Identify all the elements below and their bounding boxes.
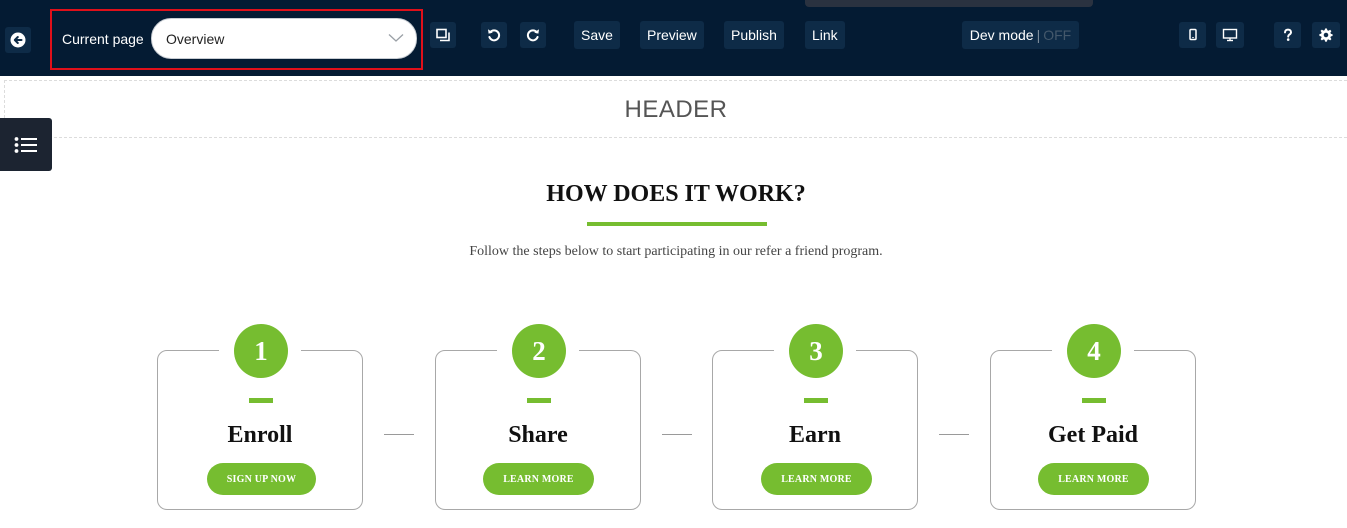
step-number-wrap: 1 <box>219 324 301 380</box>
gear-icon <box>1319 28 1333 42</box>
redo-button[interactable] <box>520 22 546 48</box>
step-number-wrap: 4 <box>1052 324 1134 380</box>
editor-toolbar: Current page Overview Save Preview Publi… <box>0 0 1347 76</box>
step-divider <box>527 398 551 403</box>
step-card-earn: 3 Earn LEARN MORE <box>712 324 918 510</box>
step-number: 4 <box>1067 324 1121 378</box>
step-number: 1 <box>234 324 288 378</box>
step-title: Share <box>508 422 568 448</box>
section-subtitle: Follow the steps below to start particip… <box>469 244 883 259</box>
duplicate-icon <box>436 28 450 42</box>
step-number: 3 <box>789 324 843 378</box>
step-card-get-paid: 4 Get Paid LEARN MORE <box>990 324 1196 510</box>
current-page-label: Current page <box>62 31 144 47</box>
chevron-down-icon <box>388 34 404 42</box>
step-connector <box>384 434 414 435</box>
undo-button[interactable] <box>481 22 507 48</box>
current-page-select[interactable]: Overview <box>151 18 417 59</box>
save-button[interactable]: Save <box>574 21 620 49</box>
section-title: HOW DOES IT WORK? <box>546 181 806 207</box>
current-page-value: Overview <box>166 31 225 47</box>
list-icon <box>14 136 37 153</box>
learn-more-button-share[interactable]: LEARN MORE <box>483 463 594 495</box>
publish-button[interactable]: Publish <box>724 21 784 49</box>
header-section[interactable]: HEADER <box>4 80 1347 138</box>
step-title: Get Paid <box>1048 422 1138 448</box>
step-divider <box>804 398 828 403</box>
back-arrow-icon <box>10 32 26 48</box>
step-title: Enroll <box>227 422 293 448</box>
step-connector <box>662 434 692 435</box>
step-card-enroll: 1 Enroll SIGN UP NOW <box>157 324 363 510</box>
link-button[interactable]: Link <box>805 21 845 49</box>
redo-icon <box>526 29 539 42</box>
settings-button[interactable] <box>1312 22 1340 48</box>
step-title: Earn <box>788 422 841 448</box>
step-number-wrap: 2 <box>497 324 579 380</box>
dev-mode-toggle[interactable]: Dev mode | OFF <box>962 21 1079 49</box>
step-connector <box>939 434 969 435</box>
step-number-wrap: 3 <box>774 324 856 380</box>
header-title: HEADER <box>624 96 728 123</box>
step-divider <box>1082 398 1106 403</box>
help-button[interactable] <box>1274 22 1301 48</box>
learn-more-button-get-paid[interactable]: LEARN MORE <box>1038 463 1149 495</box>
mobile-icon <box>1188 28 1197 41</box>
duplicate-page-button[interactable] <box>430 22 456 48</box>
desktop-icon <box>1222 28 1238 42</box>
learn-more-button-earn[interactable]: LEARN MORE <box>761 463 872 495</box>
sign-up-now-button[interactable]: SIGN UP NOW <box>207 463 316 495</box>
dev-mode-separator: | <box>1036 27 1041 43</box>
desktop-view-button[interactable] <box>1216 22 1244 48</box>
dev-mode-state: OFF <box>1043 27 1072 43</box>
undo-icon <box>488 29 501 42</box>
step-divider <box>249 398 273 403</box>
back-button[interactable] <box>5 27 31 53</box>
help-icon <box>1283 28 1292 41</box>
step-number: 2 <box>512 324 566 378</box>
step-card-share: 2 Share LEARN MORE <box>435 324 641 510</box>
mobile-view-button[interactable] <box>1179 22 1206 48</box>
dev-mode-label: Dev mode <box>969 27 1034 43</box>
toolbar-notch <box>805 0 1093 7</box>
preview-button[interactable]: Preview <box>640 21 704 49</box>
title-underline <box>587 222 767 226</box>
sections-list-button[interactable] <box>0 118 52 171</box>
